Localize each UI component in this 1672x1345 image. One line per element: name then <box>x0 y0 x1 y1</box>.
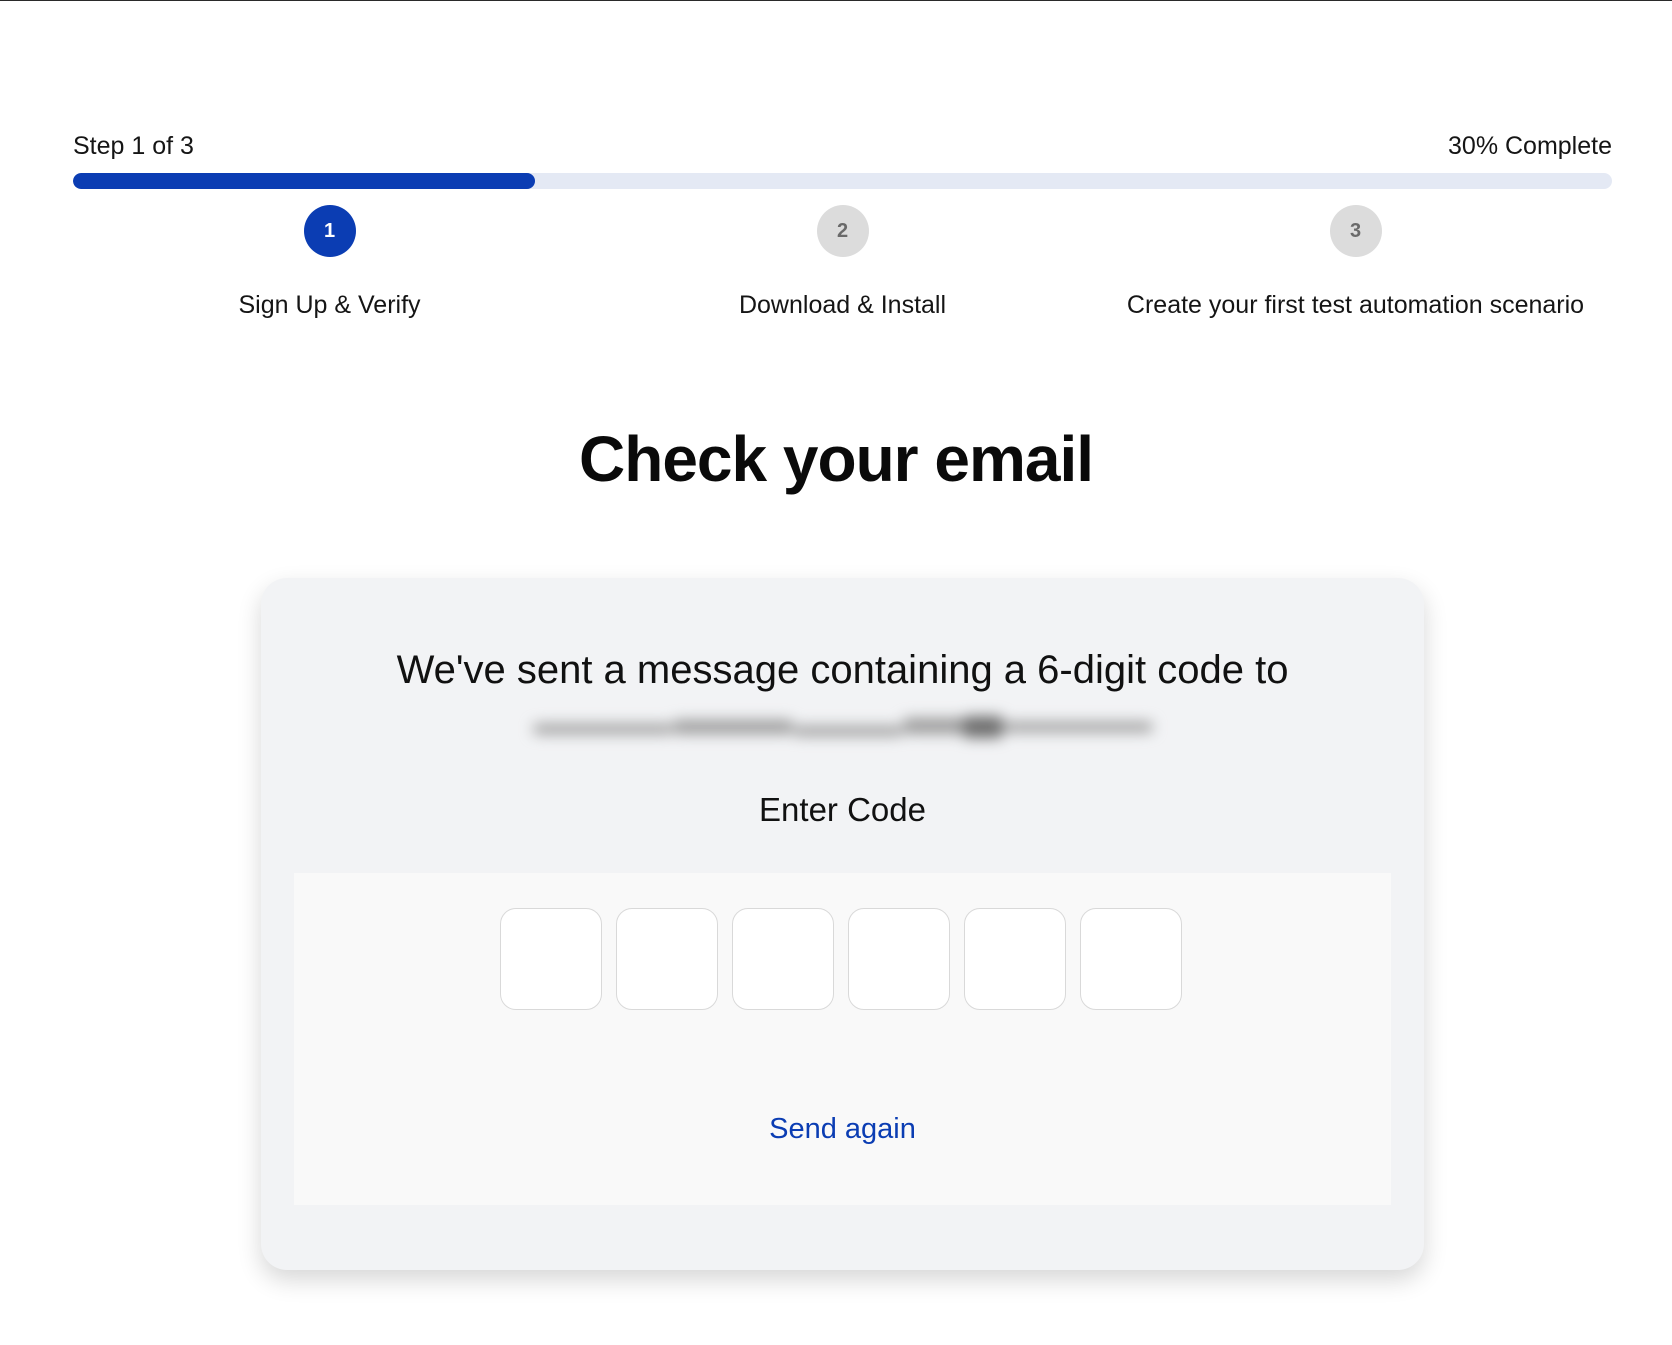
code-digit-input-2[interactable] <box>616 908 718 1010</box>
code-digit-input-3[interactable] <box>732 908 834 1010</box>
step-label: Sign Up & Verify <box>238 291 421 319</box>
code-sent-message: We've sent a message containing a 6-digi… <box>396 648 1289 692</box>
step-counter: Step 1 of 3 <box>73 132 194 160</box>
code-digit-input-6[interactable] <box>1080 908 1182 1010</box>
code-digit-input-4[interactable] <box>848 908 950 1010</box>
enter-code-label: Enter Code <box>759 791 926 828</box>
page-title: Check your email <box>579 423 1094 495</box>
code-digit-input-5[interactable] <box>964 908 1066 1010</box>
step-create-scenario: 3 Create your first test automation scen… <box>1099 205 1612 320</box>
progress-header: Step 1 of 3 30% Complete <box>73 132 1612 161</box>
verification-card: We've sent a message containing a 6-digi… <box>261 578 1424 1270</box>
step-number-badge: 3 <box>1329 205 1382 257</box>
step-number-badge: 1 <box>303 205 356 257</box>
step-number-badge: 2 <box>816 205 869 257</box>
send-again-link[interactable]: Send again <box>294 1113 1391 1146</box>
step-download-install: 2 Download & Install <box>586 205 1099 320</box>
redacted-email-address <box>523 708 1163 752</box>
code-digit-input-1[interactable] <box>500 908 602 1010</box>
progress-bar <box>73 173 1612 189</box>
progress-percent-text: 30% Complete <box>1448 132 1612 160</box>
code-entry-panel: Send again <box>294 873 1391 1205</box>
step-label: Create your first test automation scenar… <box>1126 291 1585 319</box>
step-label: Download & Install <box>738 291 947 319</box>
top-divider <box>0 0 1672 1</box>
code-input-group <box>500 908 1182 1010</box>
step-sign-up-verify: 1 Sign Up & Verify <box>73 205 586 320</box>
stepper: 1 Sign Up & Verify 2 Download & Install … <box>73 205 1612 325</box>
progress-bar-fill <box>73 173 535 189</box>
